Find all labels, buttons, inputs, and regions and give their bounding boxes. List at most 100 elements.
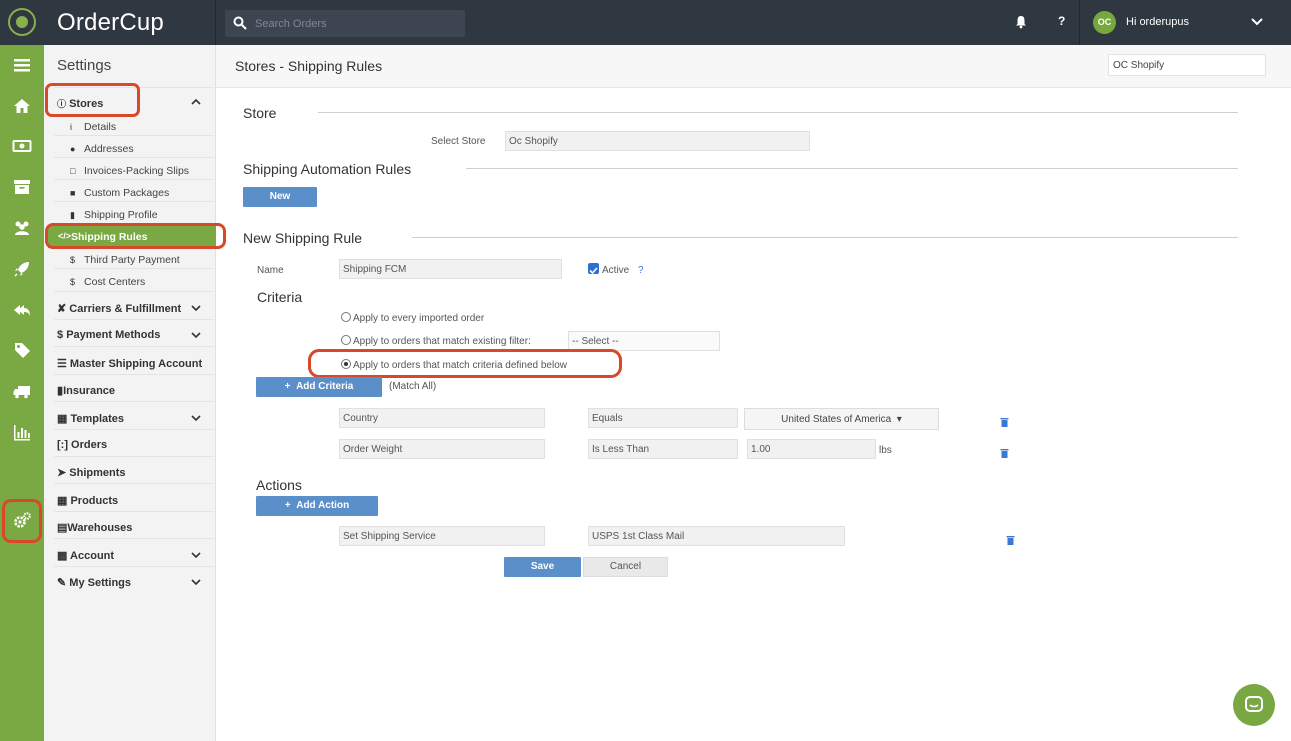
search-box[interactable]: [225, 10, 465, 37]
avatar[interactable]: OC: [1093, 11, 1116, 34]
criteria-operator[interactable]: Equals: [588, 408, 738, 428]
radio-every-order[interactable]: [341, 312, 351, 322]
trash-icon[interactable]: [1006, 535, 1015, 545]
active-checkbox[interactable]: [588, 263, 599, 275]
sidebar-item-addresses[interactable]: ● Addresses: [70, 143, 134, 155]
criteria-field[interactable]: Country: [339, 408, 545, 428]
search-icon: [233, 16, 247, 30]
sidebar-item-orders[interactable]: [:] Orders: [57, 439, 107, 451]
rocket-icon[interactable]: [0, 254, 44, 284]
criteria-field[interactable]: Order Weight: [339, 439, 545, 459]
chevron-down-icon[interactable]: [191, 304, 201, 312]
select-store-label: Select Store: [431, 136, 486, 147]
radio-label: Apply to orders that match existing filt…: [353, 336, 531, 347]
warehouse-icon: ▤: [57, 522, 68, 534]
new-rule-button[interactable]: New: [243, 187, 317, 207]
divider: [412, 237, 1238, 238]
sidebar-item-insurance[interactable]: ▮Insurance: [57, 384, 115, 397]
archive-icon[interactable]: [0, 172, 44, 202]
sidebar-item-custom-packages[interactable]: ■ Custom Packages: [70, 187, 169, 199]
trash-icon[interactable]: [1000, 417, 1009, 427]
dollar-icon: $: [70, 255, 76, 265]
help-icon[interactable]: ?: [638, 265, 644, 276]
save-button[interactable]: Save: [504, 557, 581, 577]
plus-icon: +: [284, 381, 297, 392]
divider: [54, 483, 214, 484]
settings-highlight: [2, 499, 42, 543]
sidebar-item-account[interactable]: ▩ Account: [57, 549, 114, 562]
add-criteria-button[interactable]: + Add Criteria: [256, 377, 382, 397]
users-icon[interactable]: [0, 213, 44, 243]
store-selector[interactable]: OC Shopify: [1108, 54, 1266, 76]
action-field[interactable]: Set Shipping Service: [339, 526, 545, 546]
sidebar-item-details[interactable]: i Details: [70, 121, 116, 133]
add-action-button[interactable]: + Add Action: [256, 496, 378, 516]
divider: [54, 401, 214, 402]
divider: [54, 157, 214, 158]
sidebar-item-carriers[interactable]: ✘ Carriers & Fulfillment: [57, 302, 181, 315]
user-greeting[interactable]: Hi orderupus: [1126, 16, 1189, 28]
sidebar-item-cost-centers[interactable]: $ Cost Centers: [70, 276, 145, 288]
chat-widget-button[interactable]: [1233, 684, 1275, 726]
chevron-down-icon[interactable]: [191, 331, 201, 339]
template-icon: ▦: [57, 413, 71, 425]
ship-icon: ☰: [57, 358, 70, 370]
country-dropdown[interactable]: United States of America ▾: [744, 408, 939, 430]
bar-chart-icon[interactable]: [0, 417, 44, 447]
rule-name-input[interactable]: Shipping FCM: [339, 259, 562, 279]
chevron-down-icon[interactable]: [191, 578, 201, 586]
divider: [54, 538, 214, 539]
sidebar-item-shipments[interactable]: ➤ Shipments: [57, 466, 126, 479]
chevron-down-icon[interactable]: [191, 551, 201, 559]
chat-icon: [1245, 696, 1263, 712]
weight-value-input[interactable]: 1.00: [747, 439, 876, 459]
store-section-title: Store: [243, 105, 277, 121]
menu-icon[interactable]: [0, 50, 44, 80]
reply-all-icon[interactable]: [0, 295, 44, 325]
ordercup-logo-icon[interactable]: [8, 8, 36, 36]
help-icon[interactable]: ?: [1058, 14, 1065, 28]
bell-icon[interactable]: [1014, 15, 1028, 29]
cancel-button[interactable]: Cancel: [583, 557, 668, 577]
divider: [54, 346, 214, 347]
divider: [54, 429, 214, 430]
trash-icon[interactable]: [1000, 448, 1009, 458]
sidebar-item-templates[interactable]: ▦ Templates: [57, 412, 124, 425]
criteria-operator[interactable]: Is Less Than: [588, 439, 738, 459]
divider: [54, 319, 214, 320]
plus-icon: +: [284, 500, 297, 511]
criteria-title: Criteria: [257, 289, 303, 305]
sidebar-item-master-shipping[interactable]: ☰ Master Shipping Account: [57, 357, 202, 370]
chevron-up-icon[interactable]: [191, 98, 201, 106]
info-icon: i: [70, 122, 72, 132]
radio-existing-filter[interactable]: [341, 335, 351, 345]
chevron-down-icon[interactable]: [191, 414, 201, 422]
sidebar-item-payment-methods[interactable]: $ Payment Methods: [57, 329, 160, 341]
truck-icon[interactable]: [0, 376, 44, 406]
sidebar-item-invoices[interactable]: □ Invoices-Packing Slips: [70, 165, 189, 177]
brand-name[interactable]: OrderCup: [57, 9, 164, 37]
package-icon: ■: [70, 188, 76, 198]
dollar-icon: $: [57, 329, 67, 341]
sidebar-item-warehouses[interactable]: ▤Warehouses: [57, 521, 132, 534]
dollar-icon: $: [70, 277, 76, 287]
name-label: Name: [257, 265, 284, 276]
match-all-label: (Match All): [389, 381, 437, 392]
select-store-dropdown[interactable]: Oc Shopify: [505, 131, 810, 151]
sidebar-item-products[interactable]: ▦ Products: [57, 494, 118, 507]
divider: [466, 168, 1238, 169]
home-icon[interactable]: [0, 91, 44, 121]
tag-icon[interactable]: [0, 335, 44, 365]
search-input[interactable]: [255, 15, 455, 32]
top-bar: OrderCup ? OC Hi orderupus: [0, 0, 1291, 45]
action-value[interactable]: USPS 1st Class Mail: [588, 526, 845, 546]
sidebar-item-shipping-profile[interactable]: ▮ Shipping Profile: [70, 209, 158, 221]
chevron-down-icon[interactable]: [1251, 17, 1263, 27]
sidebar-item-my-settings[interactable]: ✎ My Settings: [57, 576, 131, 589]
building-icon: ▩: [57, 550, 71, 562]
wrench-icon: ✎: [57, 577, 70, 589]
sidebar-item-third-party-payment[interactable]: $ Third Party Payment: [70, 254, 180, 266]
money-icon[interactable]: [0, 131, 44, 161]
filter-select[interactable]: -- Select --: [568, 331, 720, 351]
truck-icon: ▮: [70, 210, 75, 220]
